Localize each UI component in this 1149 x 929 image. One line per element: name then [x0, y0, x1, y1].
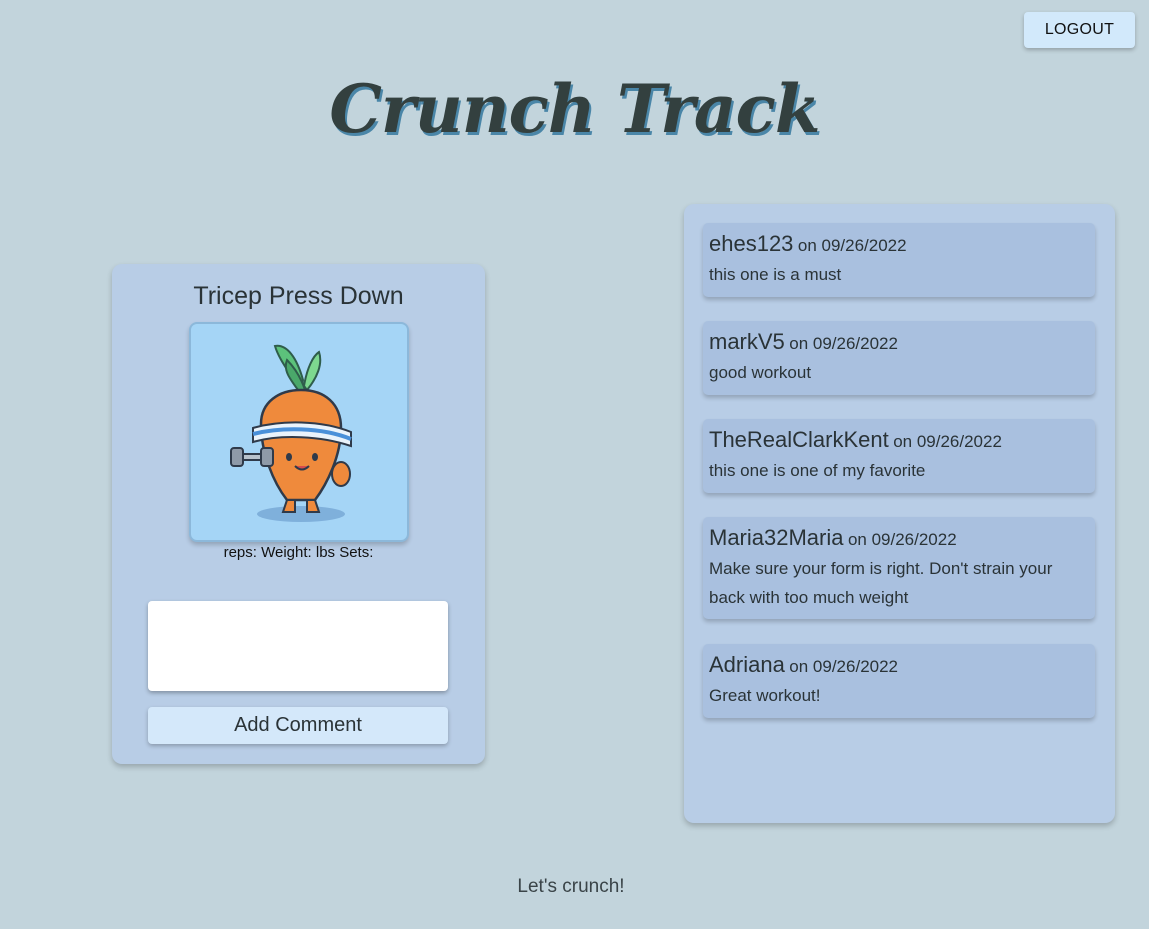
comment-item: markV5 on 09/26/2022 good workout — [703, 321, 1095, 395]
comment-text: this one is a must — [709, 265, 842, 284]
comment-header: markV5 on 09/26/2022 — [709, 329, 1089, 358]
comment-header: Adriana on 09/26/2022 — [709, 652, 1089, 681]
comment-item: Maria32Maria on 09/26/2022 Make sure you… — [703, 517, 1095, 619]
comment-item: Adriana on 09/26/2022 Great workout! — [703, 644, 1095, 718]
comment-date: on 09/26/2022 — [847, 530, 957, 549]
comment-item: ehes123 on 09/26/2022 this one is a must — [703, 223, 1095, 297]
comment-text: good workout — [709, 363, 812, 382]
comment-input[interactable] — [148, 601, 448, 691]
comment-text: Make sure your form is right. Don't stra… — [709, 559, 1053, 607]
comment-item: TheRealClarkKent on 09/26/2022 this one … — [703, 419, 1095, 493]
comment-text: Great workout! — [709, 686, 821, 705]
comments-panel: ehes123 on 09/26/2022 this one is a must… — [684, 204, 1115, 823]
app-title: Crunch Track — [329, 70, 820, 148]
comment-user: Maria32Maria — [709, 525, 844, 550]
exercise-image — [189, 322, 409, 542]
comment-date: on 09/26/2022 — [789, 657, 899, 676]
comment-header: TheRealClarkKent on 09/26/2022 — [709, 427, 1089, 456]
comment-user: TheRealClarkKent — [709, 427, 889, 452]
add-comment-button[interactable]: Add Comment — [148, 707, 448, 744]
exercise-stats: reps: Weight: lbs Sets: — [223, 544, 374, 561]
logout-button[interactable]: LOGOUT — [1024, 12, 1135, 48]
comment-header: ehes123 on 09/26/2022 — [709, 231, 1089, 260]
comment-user: Adriana — [709, 652, 785, 677]
comment-user: markV5 — [709, 329, 785, 354]
exercise-card: Tricep Press Down reps: Weight: lbs Sets… — [112, 264, 485, 764]
footer-text: Let's crunch! — [517, 876, 625, 897]
comment-date: on 09/26/2022 — [789, 334, 898, 353]
exercise-title: Tricep Press Down — [193, 282, 404, 310]
carrot-dumbbell-icon — [230, 344, 352, 522]
comment-date: on 09/26/2022 — [797, 236, 907, 255]
comment-date: on 09/26/2022 — [893, 432, 1002, 451]
comment-text: this one is one of my favorite — [709, 461, 926, 480]
comment-user: ehes123 — [709, 231, 794, 256]
comment-header: Maria32Maria on 09/26/2022 — [709, 525, 1089, 554]
